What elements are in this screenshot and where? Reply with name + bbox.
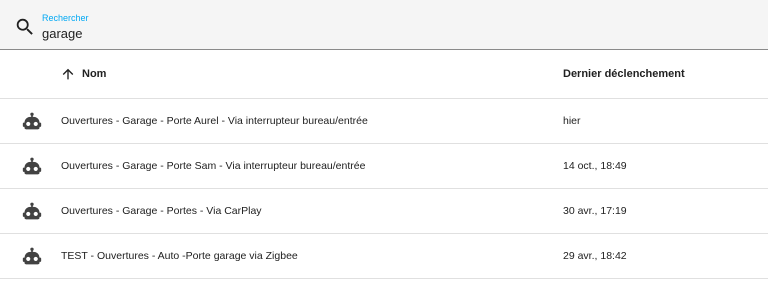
last-triggered: 30 avr., 17:19	[563, 205, 627, 217]
column-header-last-triggered[interactable]: Dernier déclenchement	[563, 68, 685, 80]
robot-icon	[22, 246, 42, 266]
robot-icon	[22, 156, 42, 176]
search-input[interactable]	[42, 25, 742, 42]
table-row[interactable]: TEST - Ouvertures - Auto -Porte garage v…	[0, 234, 768, 279]
last-triggered: hier	[563, 115, 581, 127]
automation-name: Ouvertures - Garage - Porte Sam - Via in…	[61, 160, 366, 172]
automation-name: Ouvertures - Garage - Porte Aurel - Via …	[61, 115, 368, 127]
last-triggered: 29 avr., 18:42	[563, 250, 627, 262]
table-row[interactable]: Ouvertures - Garage - Portes - Via CarPl…	[0, 189, 768, 234]
arrow-up-icon[interactable]	[60, 66, 76, 82]
robot-icon	[22, 201, 42, 221]
table-header: Nom Dernier déclenchement	[0, 51, 768, 99]
column-header-name[interactable]: Nom	[82, 68, 106, 80]
robot-icon	[22, 111, 42, 131]
automation-name: Ouvertures - Garage - Portes - Via CarPl…	[61, 205, 262, 217]
table-row[interactable]: Ouvertures - Garage - Porte Sam - Via in…	[0, 144, 768, 189]
search-icon	[14, 16, 36, 38]
search-bar[interactable]: Rechercher	[0, 0, 768, 50]
search-label: Rechercher	[42, 13, 89, 23]
table-row[interactable]: Ouvertures - Garage - Porte Aurel - Via …	[0, 99, 768, 144]
last-triggered: 14 oct., 18:49	[563, 160, 627, 172]
automation-name: TEST - Ouvertures - Auto -Porte garage v…	[61, 250, 298, 262]
